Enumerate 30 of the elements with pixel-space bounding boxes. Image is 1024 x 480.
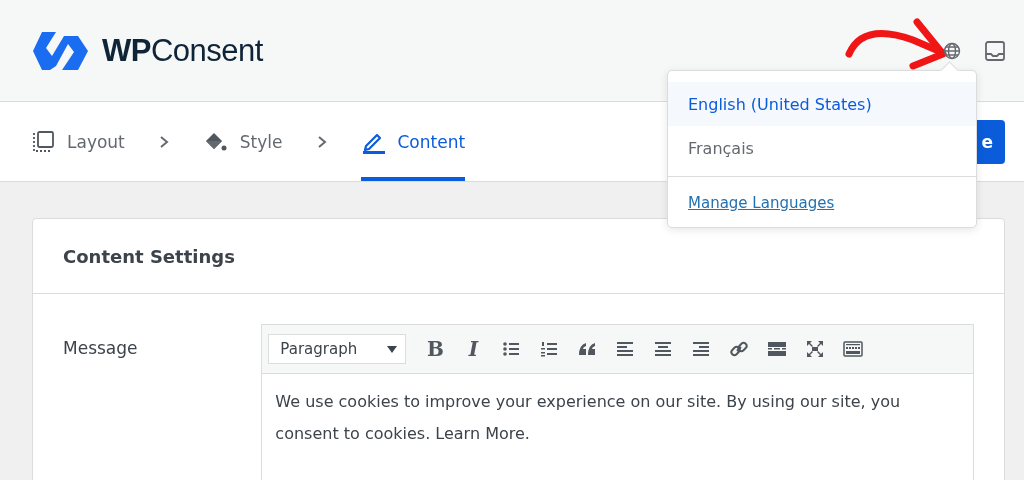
numbered-list-icon xyxy=(539,339,560,359)
chevron-icon xyxy=(316,134,327,149)
globe-icon[interactable] xyxy=(943,41,961,60)
bold-button[interactable]: B xyxy=(422,336,449,362)
field-label: Message xyxy=(63,337,139,360)
step-tab[interactable]: Layout xyxy=(32,102,125,181)
align-left-icon xyxy=(615,339,636,359)
italic-button[interactable]: I xyxy=(460,336,487,362)
language-option[interactable]: Français xyxy=(668,126,976,170)
step-tab[interactable]: Content xyxy=(360,102,466,181)
caret-icon xyxy=(387,345,398,353)
read-more-icon xyxy=(767,339,788,359)
keyboard-icon xyxy=(843,339,864,359)
link-icon xyxy=(729,339,750,359)
chevron-icon xyxy=(158,134,169,149)
inbox-icon[interactable] xyxy=(985,40,1005,61)
layout-icon xyxy=(32,130,54,153)
align-center-icon xyxy=(653,339,674,359)
brand-name: WPConsent xyxy=(102,32,263,69)
logo-icon xyxy=(32,29,90,72)
fullscreen-icon xyxy=(805,339,826,359)
align-right-icon xyxy=(691,339,712,359)
step-tab[interactable]: Style xyxy=(202,102,283,181)
bullet-list-icon xyxy=(501,339,522,359)
format-dropdown[interactable]: Paragraph xyxy=(268,334,407,364)
card-title: Content Settings xyxy=(63,245,235,267)
message-text: We use cookies to improve your experience on our site. By using our site, you consent to cookies. Learn More. xyxy=(274,391,902,445)
manage-languages-link[interactable]: Manage Languages xyxy=(688,194,835,212)
rich-text-editor[interactable]: Paragraph B I We use cookies to improve your experience on our site. By using our site, you consent to cookies. Learn More. xyxy=(261,324,974,480)
language-option[interactable]: English (United States) xyxy=(668,82,976,126)
